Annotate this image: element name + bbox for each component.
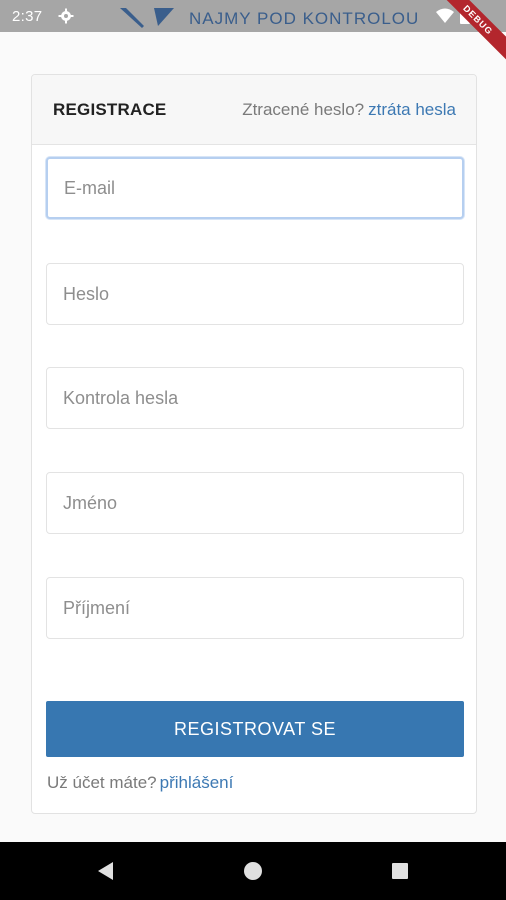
lost-password-prompt: Ztracené heslo? ztráta hesla <box>242 100 456 120</box>
back-triangle-icon[interactable] <box>96 861 116 881</box>
card-title: REGISTRACE <box>53 99 167 119</box>
last-name-field <box>46 577 464 639</box>
brand-header: NAJMY POD KONTROLOU <box>120 6 419 32</box>
email-field <box>46 157 464 219</box>
password-check-field <box>46 367 464 429</box>
home-circle-icon[interactable] <box>243 861 263 881</box>
status-time: 2:37 <box>12 7 43 25</box>
password-check-input[interactable] <box>47 368 463 428</box>
login-prompt-text: Už účet máte? <box>47 773 157 792</box>
card-header: REGISTRACE Ztracené heslo? ztráta hesla <box>32 75 476 145</box>
wifi-icon <box>436 8 454 29</box>
password-input[interactable] <box>47 264 463 324</box>
brand-text: NAJMY POD KONTROLOU <box>189 9 420 28</box>
login-prompt: Už účet máte? přihlášení <box>47 773 233 793</box>
first-name-field <box>46 472 464 534</box>
login-link[interactable]: přihlášení <box>160 773 234 792</box>
password-field <box>46 263 464 325</box>
status-bar: 2:37 NAJMY POD KONTROLOU <box>0 0 506 32</box>
settings-gear-icon <box>58 8 74 24</box>
system-nav-bar <box>0 842 506 900</box>
recents-square-icon[interactable] <box>390 861 410 881</box>
brand-logo-icon <box>120 6 180 32</box>
app-screen: 2:37 NAJMY POD KONTROLOU DEBUG REGISTRAC… <box>0 0 506 900</box>
first-name-input[interactable] <box>47 473 463 533</box>
registration-card: REGISTRACE Ztracené heslo?ztráta hesla R… <box>31 74 477 814</box>
register-button[interactable]: REGISTROVAT SE <box>46 701 464 757</box>
last-name-input[interactable] <box>47 578 463 638</box>
lost-password-link[interactable]: ztráta hesla <box>368 100 456 119</box>
email-input[interactable] <box>48 159 462 217</box>
lost-password-text: Ztracené heslo? <box>242 99 365 119</box>
